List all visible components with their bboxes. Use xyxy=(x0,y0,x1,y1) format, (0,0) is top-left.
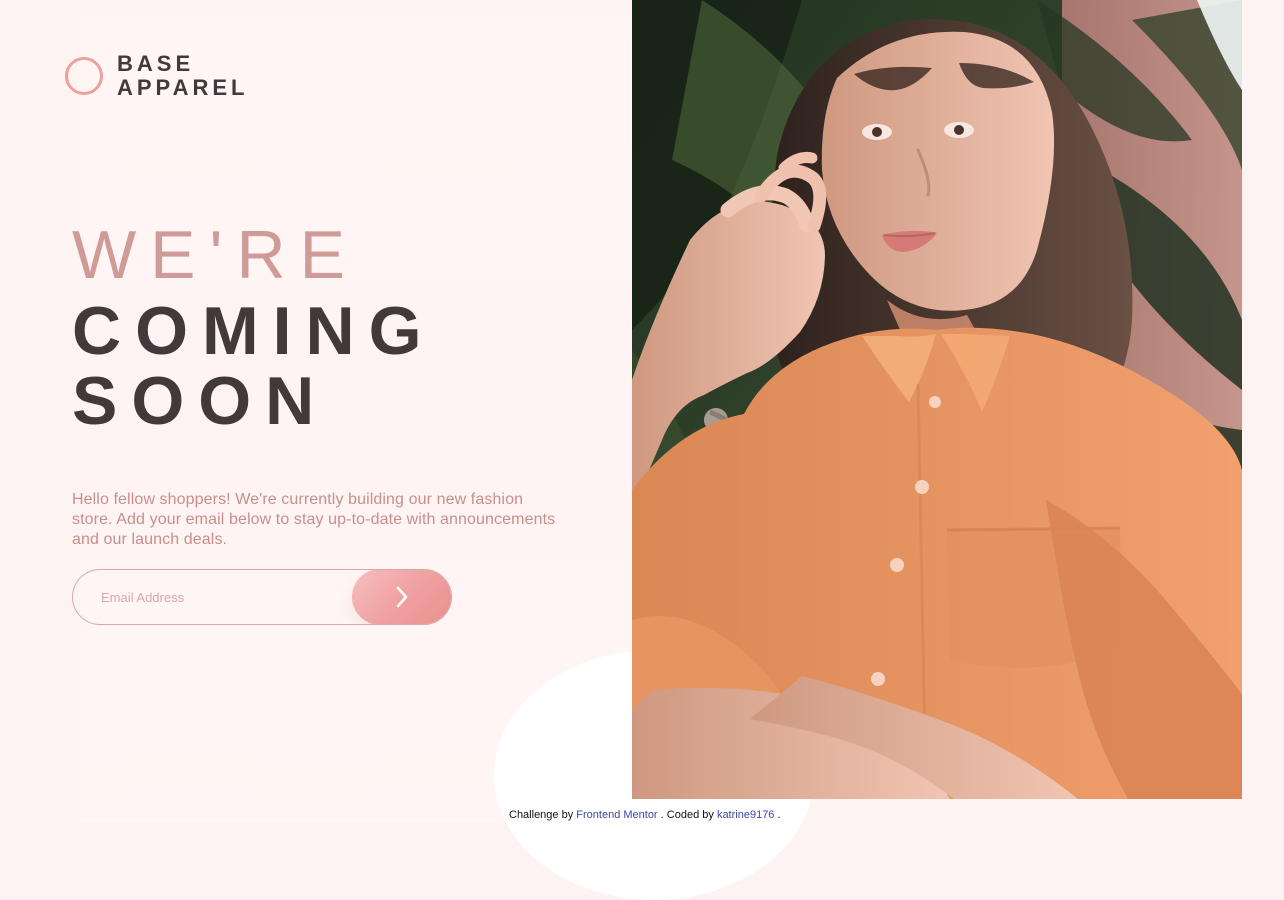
footer-prefix: Challenge by xyxy=(509,809,577,821)
hero-photo-art xyxy=(632,0,1242,799)
footer-suffix: . xyxy=(777,809,781,821)
brand-logo: BASE APPAREL xyxy=(65,53,249,99)
email-field[interactable] xyxy=(73,570,353,624)
email-form xyxy=(72,569,452,625)
hero-line-1: WE'RE xyxy=(72,217,359,293)
ring-logo-icon xyxy=(65,57,103,95)
hero-line-3: SOON xyxy=(72,363,329,439)
brand-wordmark: BASE APPAREL xyxy=(117,53,249,99)
hero-photo xyxy=(632,0,1242,799)
hero-line-2: COMING xyxy=(72,293,436,369)
attribution-footer: Challenge by Frontend Mentor . Coded by … xyxy=(509,810,781,821)
hero-heading: WE'RE COMING SOON xyxy=(72,221,592,435)
submit-button[interactable] xyxy=(352,570,451,624)
brand-line-2: APPAREL xyxy=(117,75,249,100)
footer-middle: . Coded by xyxy=(660,809,717,821)
frontend-mentor-link[interactable]: Frontend Mentor xyxy=(576,809,657,821)
page-description: Hello fellow shoppers! We're currently b… xyxy=(72,491,556,548)
author-link[interactable]: katrine9176 xyxy=(717,809,775,821)
chevron-right-icon xyxy=(396,586,408,608)
brand-line-1: BASE xyxy=(117,51,195,76)
